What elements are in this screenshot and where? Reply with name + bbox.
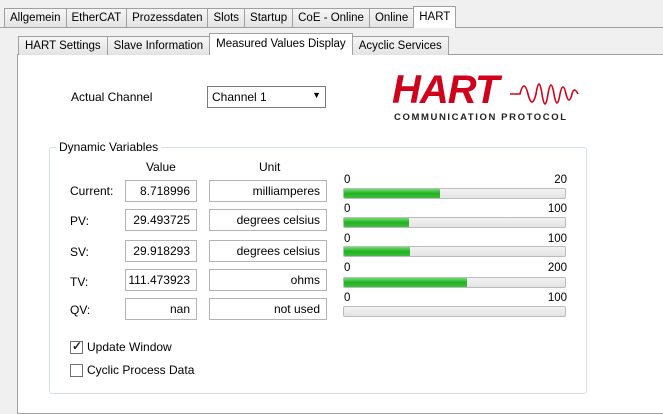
progress-bar	[343, 277, 566, 288]
bar-max-label: 100	[547, 203, 567, 215]
actual-channel-label: Actual Channel	[71, 90, 153, 104]
progress-bar-fill	[344, 278, 468, 287]
tab-coe-online[interactable]: CoE - Online	[292, 8, 370, 28]
row-label: PV:	[70, 214, 89, 228]
row-label: Current:	[70, 184, 114, 198]
tab-hart[interactable]: HART	[413, 6, 457, 28]
sub-tab-strip: HART Settings Slave Information Measured…	[18, 33, 449, 55]
tab-measured-values-display[interactable]: Measured Values Display	[209, 33, 353, 55]
unit-field: milliamperes	[209, 180, 327, 202]
hart-wave-icon	[509, 83, 579, 105]
bar-min-label: 0	[344, 262, 351, 274]
tab-acyclic-services[interactable]: Acyclic Services	[351, 36, 449, 55]
unit-column-header: Unit	[259, 160, 281, 174]
cyclic-process-data-checkbox[interactable]	[70, 364, 83, 377]
unit-field: not used	[209, 298, 327, 320]
bar-max-label: 200	[547, 262, 567, 274]
progress-bar-fill	[344, 247, 411, 256]
progress-bar	[343, 306, 566, 317]
channel-select-value: Channel 1	[212, 90, 267, 104]
bar-min-label: 0	[344, 203, 351, 215]
row-label: TV:	[70, 275, 89, 289]
progress-bar	[343, 246, 566, 257]
bar-min-label: 0	[344, 292, 351, 304]
tab-ethercat[interactable]: EtherCAT	[65, 8, 128, 28]
hart-logo-subtitle: COMMUNICATION PROTOCOL	[394, 112, 568, 123]
progress-bar	[343, 188, 566, 199]
tab-hart-settings[interactable]: HART Settings	[18, 36, 108, 55]
update-window-label[interactable]: Update Window	[87, 340, 172, 354]
bar-min-label: 0	[344, 233, 351, 245]
value-field: 8.718996	[125, 180, 197, 202]
tab-prozessdaten[interactable]: Prozessdaten	[126, 8, 209, 28]
unit-field: ohms	[209, 269, 327, 291]
channel-select[interactable]: Channel 1 ▼	[207, 86, 326, 108]
bar-max-label: 100	[547, 233, 567, 245]
dropdown-arrow-icon[interactable]: ▼	[312, 90, 321, 100]
update-window-checkbox[interactable]	[70, 339, 83, 354]
top-tab-strip: Allgemein EtherCAT Prozessdaten Slots St…	[4, 6, 457, 28]
bar-max-label: 20	[554, 174, 567, 186]
hart-logo: HART COMMUNICATION PROTOCOL	[392, 68, 582, 126]
progress-bar-fill	[344, 189, 441, 198]
tab-startup[interactable]: Startup	[244, 8, 294, 28]
progress-bar-fill	[344, 218, 410, 227]
value-field: nan	[125, 298, 197, 320]
bar-max-label: 100	[547, 292, 567, 304]
tab-slave-information[interactable]: Slave Information	[106, 36, 211, 55]
row-label: QV:	[70, 303, 91, 317]
row-label: SV:	[70, 245, 89, 259]
cyclic-process-data-label[interactable]: Cyclic Process Data	[87, 363, 194, 377]
tab-slots[interactable]: Slots	[207, 8, 246, 28]
value-field: 29.918293	[125, 240, 197, 262]
tab-allgemein[interactable]: Allgemein	[4, 8, 67, 28]
unit-field: degrees celsius	[209, 240, 327, 262]
bar-min-label: 0	[344, 174, 351, 186]
value-field: 111.473923	[125, 269, 197, 291]
tab-online[interactable]: Online	[368, 8, 415, 28]
unit-field: degrees celsius	[209, 209, 327, 231]
dynamic-variables-title: Dynamic Variables	[56, 140, 162, 154]
value-field: 29.493725	[125, 209, 197, 231]
hart-logo-word: HART	[392, 68, 499, 112]
progress-bar	[343, 217, 566, 228]
value-column-header: Value	[146, 160, 176, 174]
